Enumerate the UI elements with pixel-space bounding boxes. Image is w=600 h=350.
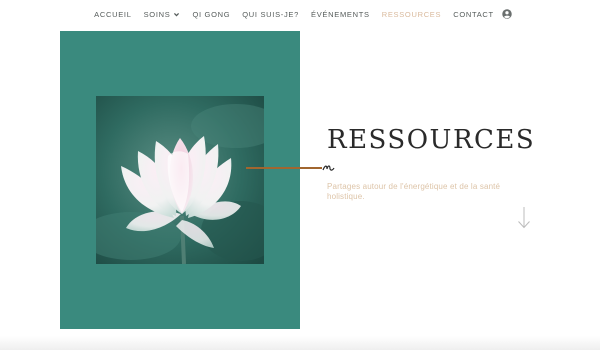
page: ACCUEIL SOINS QI GONG QUI SUIS-JE? ÉVÉNE… (0, 0, 600, 350)
user-circle-icon[interactable] (502, 9, 512, 19)
nav-item-label: ÉVÉNEMENTS (311, 9, 370, 19)
nav-item-qi-gong[interactable]: QI GONG (192, 10, 230, 19)
nav-item-label: ACCUEIL (94, 9, 132, 19)
nav-item-label: QI GONG (192, 9, 231, 19)
nav-item-qui-suis-je[interactable]: QUI SUIS-JE? (242, 10, 299, 19)
nav-item-label: SOINS (143, 9, 171, 19)
nav-item-label: RESSOURCES (381, 9, 442, 19)
arrow-down-icon[interactable] (517, 206, 531, 230)
nav-item-accueil[interactable]: ACCUEIL (94, 10, 131, 19)
main-nav: ACCUEIL SOINS QI GONG QUI SUIS-JE? ÉVÉNE… (0, 9, 600, 19)
page-subtitle: Partages autour de l'énergétique et de l… (327, 182, 501, 201)
accent-line (246, 167, 322, 169)
lotus-flower-photo (96, 96, 264, 264)
nav-item-soins[interactable]: SOINS (144, 10, 181, 19)
page-bottom-shadow (0, 336, 600, 350)
nav-item-contact[interactable]: CONTACT (453, 10, 494, 19)
decorative-flourish (322, 160, 336, 172)
nav-item-ressources[interactable]: RESSOURCES (382, 10, 442, 19)
nav-item-label: QUI SUIS-JE? (242, 9, 300, 19)
page-title: RESSOURCES (327, 125, 536, 155)
chevron-down-icon (173, 11, 180, 18)
nav-item-label: CONTACT (453, 9, 494, 19)
nav-item-evenements[interactable]: ÉVÉNEMENTS (311, 10, 370, 19)
